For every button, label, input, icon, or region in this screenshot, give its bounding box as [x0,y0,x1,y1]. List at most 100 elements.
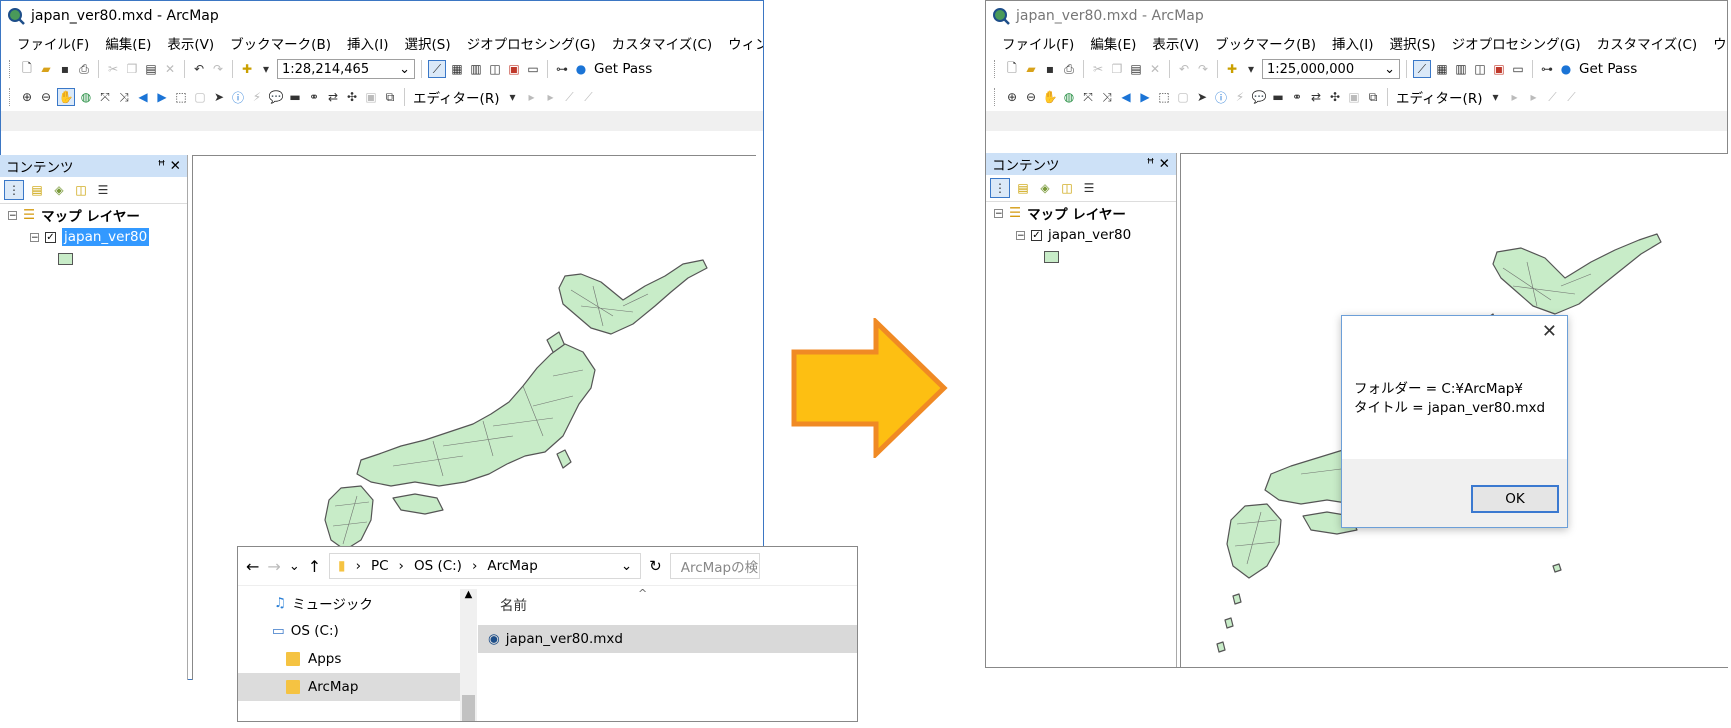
find-binoculars-icon[interactable]: ⚭ [1289,89,1305,105]
editor-toolbar-icon[interactable]: ⟋ [428,60,446,78]
menu-window[interactable]: ウィンドウ(W) [720,33,763,53]
breadcrumb-arcmap[interactable]: ArcMap [487,558,537,574]
file-row[interactable]: ◉ japan_ver80.mxd [478,625,857,653]
menu-view[interactable]: 表示(V) [159,33,222,53]
pin-close-icon[interactable]: ꟸ ✕ [158,158,181,174]
model-builder-icon[interactable]: ⊶ [1539,61,1555,77]
forward-arrow-icon[interactable]: → [267,557,280,576]
clear-selection-icon[interactable]: ▢ [192,89,208,105]
menu-bookmarks[interactable]: ブックマーク(B) [222,33,339,53]
layer-visibility-checkbox[interactable]: ✓ [1031,229,1042,241]
map-scale-combobox[interactable]: 1:25,000,000 ⌄ [1262,59,1400,79]
redo-icon[interactable]: ↷ [1195,61,1211,77]
table-of-contents-icon[interactable]: ▦ [449,61,465,77]
toolbar-grip[interactable] [9,60,13,78]
delete-icon[interactable]: ✕ [1147,61,1163,77]
list-by-selection-icon[interactable]: ◫ [72,181,90,199]
open-folder-icon[interactable]: ▰ [38,61,54,77]
ok-button[interactable]: OK [1471,485,1559,513]
save-icon[interactable]: ▪ [1042,61,1058,77]
menu-edit[interactable]: 編集(E) [97,33,159,53]
layer-row[interactable]: − ✓ japan_ver80 [986,224,1176,246]
list-by-drawing-order-icon[interactable]: ⋮ [990,178,1010,198]
endpoint-arc-icon[interactable]: ⟋ [580,89,596,105]
clear-selection-icon[interactable]: ▢ [1175,89,1191,105]
copy-icon[interactable]: ❐ [1109,61,1125,77]
toolbar-grip[interactable] [9,88,13,106]
zoom-in-icon[interactable]: ⊕ [19,89,35,105]
menu-window[interactable]: ウィンドウ(W) [1705,33,1727,53]
new-document-icon[interactable]: 🗋 [1004,61,1020,77]
find-binoculars-icon[interactable]: ⚭ [306,89,322,105]
get-pass-button[interactable]: Get Pass [592,61,654,77]
pan-hand-icon[interactable]: ✋ [1042,89,1058,105]
column-header-name[interactable]: 名前 ^ [478,587,857,619]
select-elements-arrow-icon[interactable]: ➤ [211,89,227,105]
back-arrow-icon[interactable]: ← [246,557,259,576]
layer-name[interactable]: japan_ver80 [1048,227,1131,243]
dropdown-chevron-icon[interactable]: ▾ [258,61,274,77]
html-popup-icon[interactable]: 💬 [1251,89,1267,105]
select-elements-arrow-icon[interactable]: ➤ [1194,89,1210,105]
time-slider-icon[interactable]: ▣ [1346,89,1362,105]
toolbar-grip[interactable] [994,60,998,78]
endpoint-arc-icon[interactable]: ⟋ [1563,89,1579,105]
map-layers-row[interactable]: − ☰ マップ レイヤー [986,202,1176,224]
hyperlink-icon[interactable]: ⚡ [1232,89,1248,105]
list-by-source-icon[interactable]: ▤ [28,181,46,199]
menu-customize[interactable]: カスタマイズ(C) [604,33,721,53]
fixed-zoom-out-icon[interactable]: ⤨ [1099,89,1115,105]
menu-view[interactable]: 表示(V) [1144,33,1207,53]
undo-icon[interactable]: ↶ [191,61,207,77]
edit-annotation-icon[interactable]: ▸ [1525,89,1541,105]
new-document-icon[interactable]: 🗋 [19,61,35,77]
layer-visibility-checkbox[interactable]: ✓ [45,231,56,243]
print-icon[interactable]: ⎙ [76,61,92,77]
straight-segment-icon[interactable]: ⟋ [1544,89,1560,105]
find-route-icon[interactable]: ⇄ [325,89,341,105]
full-extent-globe-icon[interactable]: ◍ [78,89,94,105]
fixed-zoom-out-icon[interactable]: ⤨ [116,89,132,105]
cut-icon[interactable]: ✂ [1090,61,1106,77]
add-data-icon[interactable]: ✚ [239,61,255,77]
fixed-zoom-in-icon[interactable]: ⤧ [97,89,113,105]
add-data-icon[interactable]: ✚ [1224,61,1240,77]
zoom-in-icon[interactable]: ⊕ [1004,89,1020,105]
go-to-xy-icon[interactable]: ✣ [1327,89,1343,105]
forward-arrow-icon[interactable]: ▶ [154,89,170,105]
edit-annotation-icon[interactable]: ▸ [542,89,558,105]
zoom-out-icon[interactable]: ⊖ [38,89,54,105]
forward-arrow-icon[interactable]: ▶ [1137,89,1153,105]
search-window-icon[interactable]: ◫ [1472,61,1488,77]
chevron-down-icon[interactable]: ▾ [504,89,520,105]
list-by-drawing-order-icon[interactable]: ⋮ [4,180,24,200]
collapse-icon[interactable]: − [8,210,17,220]
full-extent-globe-icon[interactable]: ◍ [1061,89,1077,105]
menu-edit[interactable]: 編集(E) [1082,33,1144,53]
paste-icon[interactable]: ▤ [1128,61,1144,77]
create-viewer-icon[interactable]: ⧉ [1365,89,1381,105]
python-window-icon[interactable]: ▭ [525,61,541,77]
search-input[interactable]: ArcMapの検索 [669,553,760,579]
pan-hand-icon[interactable]: ✋ [57,88,75,106]
catalog-icon[interactable]: ▥ [1453,61,1469,77]
paste-icon[interactable]: ▤ [143,61,159,77]
collapse-icon[interactable]: − [1016,230,1025,240]
options-icon[interactable]: ☰ [94,181,112,199]
redo-icon[interactable]: ↷ [210,61,226,77]
collapse-icon[interactable]: − [994,208,1003,218]
time-slider-icon[interactable]: ▣ [363,89,379,105]
go-to-xy-icon[interactable]: ✣ [344,89,360,105]
editor-menu-button[interactable]: エディター(R) [411,87,501,107]
menu-selection[interactable]: 選択(S) [396,33,458,53]
measure-icon[interactable]: ▬ [1270,89,1286,105]
layer-name[interactable]: japan_ver80 [62,228,150,246]
straight-segment-icon[interactable]: ⟋ [561,89,577,105]
menu-file[interactable]: ファイル(F) [994,33,1082,53]
save-icon[interactable]: ▪ [57,61,73,77]
scroll-thumb[interactable] [462,695,475,721]
edit-tool-icon[interactable]: ▸ [1506,89,1522,105]
undo-icon[interactable]: ↶ [1176,61,1192,77]
print-icon[interactable]: ⎙ [1061,61,1077,77]
identify-icon[interactable]: ⓘ [1213,89,1229,105]
